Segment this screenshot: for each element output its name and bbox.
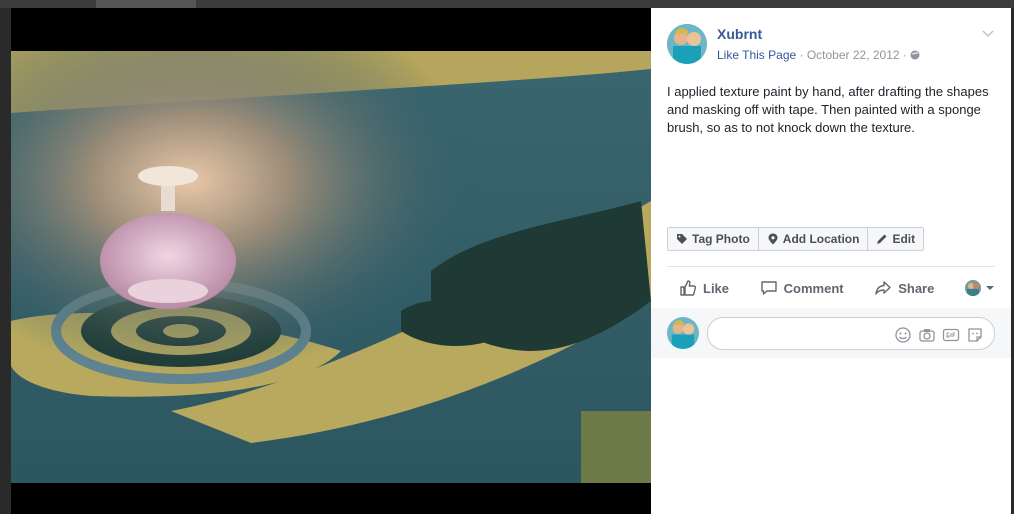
caret-down-icon: [985, 286, 994, 290]
author-name[interactable]: Xubrnt: [717, 26, 762, 42]
post-caption: I applied texture paint by hand, after d…: [667, 84, 989, 135]
location-pin-icon: [768, 233, 778, 245]
like-button[interactable]: Like: [679, 279, 729, 297]
like-page-link[interactable]: Like This Page: [717, 48, 796, 62]
post-meta: Like This Page · October 22, 2012 ·: [717, 48, 920, 62]
thumbs-up-icon: [680, 280, 697, 296]
comment-tools: [894, 326, 984, 344]
comment-bubble-icon: [760, 281, 777, 295]
meta-separator: ·: [796, 48, 807, 62]
gif-icon[interactable]: [942, 326, 960, 344]
mini-avatar: [964, 280, 981, 296]
emoji-icon[interactable]: [894, 326, 912, 344]
divider: [667, 266, 995, 267]
comment-box[interactable]: [707, 317, 995, 350]
like-label: Like: [703, 280, 730, 296]
comment-label: Comment: [783, 280, 844, 296]
photo-viewer[interactable]: [11, 8, 651, 514]
browser-backdrop: [0, 0, 1014, 8]
comment-composer: [651, 308, 1011, 358]
comment-button[interactable]: Comment: [760, 279, 844, 297]
post-header: Xubrnt Like This Page · October 22, 2012…: [667, 24, 995, 68]
edit-label: Edit: [892, 232, 916, 246]
ceiling-photo: [11, 51, 651, 483]
backdrop-fragment: [96, 0, 196, 8]
post-side-panel: Xubrnt Like This Page · October 22, 2012…: [651, 8, 1011, 514]
add-location-button[interactable]: Add Location: [759, 228, 869, 250]
meta-separator: ·: [899, 48, 911, 62]
tag-photo-button[interactable]: Tag Photo: [668, 228, 759, 250]
tag-icon: [677, 234, 687, 244]
comment-input[interactable]: [718, 324, 888, 344]
ufi-actions: Like Comment Share: [667, 270, 995, 306]
author-avatar[interactable]: [667, 24, 707, 64]
pencil-icon: [877, 234, 887, 244]
camera-icon[interactable]: [918, 326, 936, 344]
photo-actions: Tag Photo Add Location Edit: [667, 227, 925, 251]
audience-selector[interactable]: [964, 280, 995, 296]
share-button[interactable]: Share: [874, 279, 934, 297]
share-arrow-icon: [875, 281, 891, 295]
post-photo[interactable]: [11, 51, 651, 483]
share-label: Share: [898, 280, 935, 296]
tag-photo-label: Tag Photo: [692, 232, 750, 246]
add-location-label: Add Location: [782, 232, 860, 246]
sticker-icon[interactable]: [966, 326, 984, 344]
globe-icon: [910, 49, 920, 60]
chevron-down-icon[interactable]: [981, 26, 995, 40]
post-date[interactable]: October 22, 2012: [807, 48, 900, 62]
composer-avatar: [667, 317, 699, 349]
edit-button[interactable]: Edit: [868, 228, 923, 250]
